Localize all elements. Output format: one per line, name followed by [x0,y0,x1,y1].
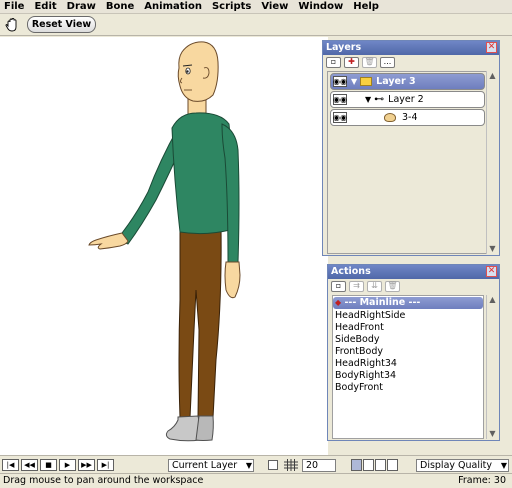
fast-forward-icon[interactable]: ▶| [97,459,114,471]
onion-skin-checkbox[interactable] [268,460,278,470]
layer-label: Layer 3 [376,76,416,87]
view-single-icon[interactable] [351,459,362,471]
menu-bone[interactable]: Bone [101,0,139,14]
layer-mode-select[interactable]: Current Layer ▼ [168,459,254,472]
scroll-down-icon[interactable]: ▼ [487,429,498,439]
status-message: Drag mouse to pan around the workspace [3,475,204,486]
display-quality-select[interactable]: Display Quality ▼ [416,459,509,472]
timeline-bar: |◀ ◀◀ ■ ▶ ▶▶ ▶| Current Layer ▼ 20 Displ… [0,455,512,473]
vector-icon [384,113,396,122]
view-triple-icon[interactable] [375,459,386,471]
play-icon[interactable]: ▶ [59,459,76,471]
layers-toolbar: ▫ ✚ 🗑 ... [323,55,499,69]
layer-mode-value: Current Layer [172,460,238,471]
view-quad-icon[interactable] [387,459,398,471]
menu-help[interactable]: Help [348,0,384,14]
bone-icon: ⊷ [374,94,385,105]
layers-title-text: Layers [326,42,362,53]
actions-toolbar: ▫ ⇉ ⇊ 🗑 [328,279,499,293]
menu-bar: File Edit Draw Bone Animation Scripts Vi… [0,0,512,14]
duplicate-action-icon[interactable]: ⇉ [349,280,364,292]
layers-panel-title: Layers ✕ [323,41,499,55]
stop-icon[interactable]: ■ [40,459,57,471]
visibility-eye-icon[interactable]: ◉◉ [333,112,347,123]
action-label: --- Mainline --- [344,297,421,308]
insert-action-icon[interactable]: ⇊ [367,280,382,292]
workspace-canvas[interactable] [0,37,322,455]
more-icon[interactable]: ... [380,56,395,68]
layers-list: ◉◉ ▼ Layer 3 ◉◉ ▼ ⊷ Layer 2 ◉◉ 3-4 [327,71,487,254]
delete-layer-icon[interactable]: 🗑 [362,56,377,68]
action-item[interactable]: HeadRightSide [333,310,483,322]
grid-size-field[interactable]: 20 [302,459,336,472]
layer-label: 3-4 [402,112,418,123]
action-item-mainline[interactable]: ◆ --- Mainline --- [333,297,483,309]
menu-animation[interactable]: Animation [139,0,207,14]
new-layer-icon[interactable]: ▫ [326,56,341,68]
action-item[interactable]: HeadRight34 [333,358,483,370]
expand-arrow-icon[interactable]: ▼ [351,77,357,86]
actions-title-text: Actions [331,266,371,277]
visibility-eye-icon[interactable]: ◉◉ [333,76,347,87]
action-item[interactable]: HeadFront [333,322,483,334]
visibility-eye-icon[interactable]: ◉◉ [333,94,347,105]
view-split-icon[interactable] [363,459,374,471]
scroll-up-icon[interactable]: ▲ [487,71,498,81]
toolbar: Reset View [0,14,512,36]
layers-panel: Layers ✕ ▫ ✚ 🗑 ... ◉◉ ▼ Layer 3 ◉◉ ▼ ⊷ L… [322,40,500,256]
menu-file[interactable]: File [0,0,29,14]
display-quality-value: Display Quality [420,460,492,471]
menu-window[interactable]: Window [293,0,348,14]
menu-edit[interactable]: Edit [29,0,61,14]
reset-view-button[interactable]: Reset View [27,16,96,33]
hand-icon[interactable] [4,17,20,33]
grid-icon[interactable] [284,459,298,471]
status-bar: Drag mouse to pan around the workspace F… [0,473,512,488]
frame-counter: Frame: 30 [458,475,506,486]
mainline-arrow-icon: ◆ [335,298,342,307]
layer-row-layer-2[interactable]: ◉◉ ▼ ⊷ Layer 2 [330,91,485,108]
add-layer-icon[interactable]: ✚ [344,56,359,68]
chevron-down-icon: ▼ [245,461,252,470]
folder-icon [360,77,373,86]
actions-scrollbar[interactable]: ▲ ▼ [486,295,497,439]
step-forward-icon[interactable]: ▶▶ [78,459,95,471]
action-item[interactable]: SideBody [333,334,483,346]
action-item[interactable]: BodyFront [333,382,483,394]
action-item[interactable]: FrontBody [333,346,483,358]
expand-arrow-icon[interactable]: ▼ [365,95,371,104]
scroll-down-icon[interactable]: ▼ [487,244,498,254]
close-icon[interactable]: ✕ [486,42,497,53]
chevron-down-icon: ▼ [500,461,507,470]
menu-scripts[interactable]: Scripts [207,0,256,14]
character-drawing [88,41,241,442]
actions-panel-title: Actions ✕ [328,265,499,279]
rewind-icon[interactable]: |◀ [2,459,19,471]
action-item[interactable]: BodyRight34 [333,370,483,382]
close-icon[interactable]: ✕ [486,266,497,277]
scroll-up-icon[interactable]: ▲ [487,295,498,305]
layers-scrollbar[interactable]: ▲ ▼ [486,71,497,254]
step-back-icon[interactable]: ◀◀ [21,459,38,471]
actions-panel: Actions ✕ ▫ ⇉ ⇊ 🗑 ◆ --- Mainline --- Hea… [327,264,500,441]
layer-row-3-4[interactable]: ◉◉ 3-4 [330,109,485,126]
actions-list: ◆ --- Mainline --- HeadRightSide HeadFro… [332,295,484,439]
layer-label: Layer 2 [388,94,424,105]
layer-row-layer-3[interactable]: ◉◉ ▼ Layer 3 [330,73,485,90]
new-action-icon[interactable]: ▫ [331,280,346,292]
menu-draw[interactable]: Draw [62,0,101,14]
menu-view[interactable]: View [256,0,293,14]
delete-action-icon[interactable]: 🗑 [385,280,400,292]
